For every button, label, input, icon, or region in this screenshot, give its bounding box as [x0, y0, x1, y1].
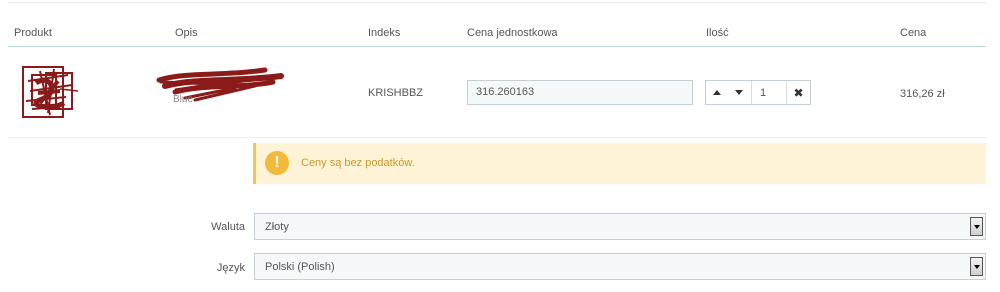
product-description-fragment: Blue	[173, 94, 194, 105]
currency-selected-value: Złoty	[265, 221, 289, 233]
row-divider	[8, 137, 986, 138]
currency-label: Waluta	[211, 221, 245, 233]
tax-notice-alert: ! Ceny są bez podatków.	[253, 143, 986, 184]
quantity-decrease-button[interactable]	[728, 81, 750, 104]
quantity-stepper[interactable]: 1 ✖	[705, 80, 811, 105]
stepper-divider	[751, 81, 752, 104]
alert-text: Ceny są bez podatków.	[301, 157, 415, 169]
language-dropdown-button[interactable]	[970, 257, 983, 276]
language-select[interactable]: Polski (Polish)	[254, 253, 986, 280]
header-divider	[8, 46, 986, 47]
unit-price-input[interactable]: 316.260163	[467, 80, 693, 105]
column-header-product: Produkt	[14, 27, 52, 39]
currency-select[interactable]: Złoty	[254, 213, 986, 240]
currency-dropdown-button[interactable]	[970, 217, 983, 236]
chevron-down-icon	[973, 224, 980, 229]
column-header-price: Cena	[900, 27, 927, 39]
unit-price-value: 316.260163	[476, 86, 535, 98]
product-index: KRISHBBZ	[368, 87, 424, 99]
chevron-down-icon	[973, 264, 980, 269]
top-divider	[8, 2, 986, 3]
column-header-unit-price: Cena jednostkowa	[467, 27, 558, 39]
exclamation-icon: !	[265, 151, 289, 175]
product-thumbnail-redacted	[20, 63, 82, 121]
language-label: Język	[216, 262, 245, 274]
product-description-redacted: Blue	[155, 66, 295, 106]
arrow-up-icon	[713, 90, 721, 95]
close-icon: ✖	[793, 85, 804, 100]
quantity-increase-button[interactable]	[706, 81, 728, 104]
language-selected-value: Polski (Polish)	[265, 261, 335, 273]
column-header-quantity: Ilość	[706, 27, 729, 39]
arrow-down-icon	[735, 90, 743, 95]
quantity-value[interactable]: 1	[756, 81, 786, 104]
line-total-price: 316,26 zł	[900, 88, 945, 100]
column-header-index: Indeks	[368, 27, 401, 39]
remove-product-button[interactable]: ✖	[787, 81, 810, 104]
column-header-description: Opis	[175, 27, 198, 39]
